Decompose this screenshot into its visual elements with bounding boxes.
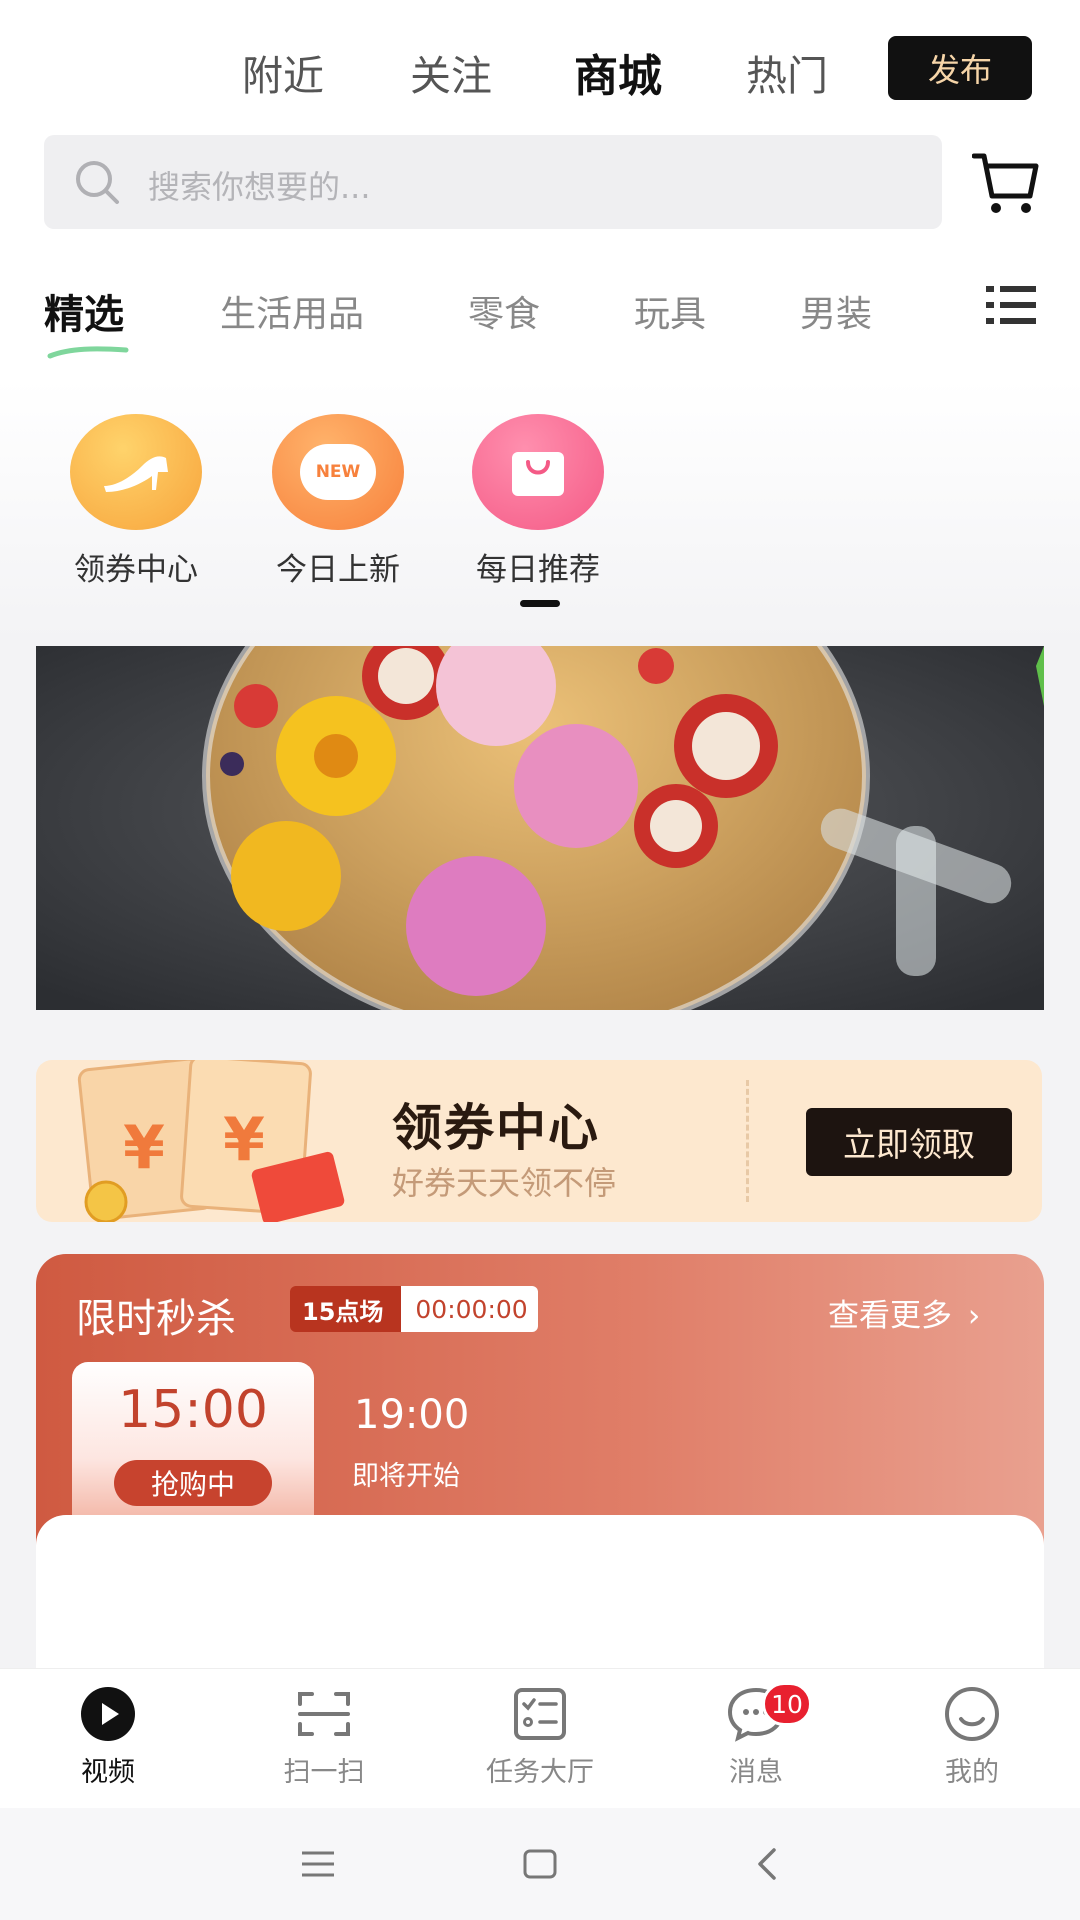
category-toys[interactable]: 玩具 — [634, 285, 706, 337]
svg-text:¥: ¥ — [123, 1113, 165, 1183]
search-icon — [76, 161, 119, 204]
cart-icon[interactable] — [972, 150, 1040, 216]
slot-time-upcoming[interactable]: 19:00 — [354, 1392, 469, 1438]
tab-nearby[interactable]: 附近 — [242, 42, 324, 102]
category-snacks[interactable]: 零食 — [468, 285, 540, 337]
message-count-badge: 10 — [762, 1682, 812, 1726]
claim-coupon-button[interactable]: 立即领取 — [806, 1108, 1012, 1176]
chevron-right-icon: › — [967, 1298, 981, 1334]
quick-entry-label: 每日推荐 — [476, 552, 600, 588]
flash-sale-countdown: 15点场 00:00:00 — [290, 1286, 538, 1332]
coupon-divider — [746, 1080, 749, 1202]
nav-scan[interactable]: 扫一扫 — [244, 1686, 404, 1789]
quick-entry-label: 领券中心 — [74, 552, 198, 588]
slot-status-upcoming: 即将开始 — [352, 1461, 460, 1492]
back-icon[interactable] — [754, 1846, 782, 1882]
countdown-timer: 00:00:00 — [401, 1286, 538, 1332]
nav-video[interactable]: 视频 — [28, 1686, 188, 1789]
quick-entry-new-today[interactable]: NEW 今日上新 — [272, 414, 404, 589]
nav-messages[interactable]: 消息 — [676, 1686, 836, 1789]
category-featured[interactable]: 精选 — [44, 282, 124, 340]
new-badge-icon: NEW — [272, 414, 404, 530]
category-menu-icon[interactable] — [986, 284, 1036, 326]
slot-time: 15:00 — [118, 1380, 268, 1440]
coupon-center-subtitle: 好券天天领不停 — [392, 1164, 617, 1202]
publish-button[interactable]: 发布 — [888, 36, 1032, 100]
scan-icon — [298, 1692, 350, 1736]
promo-banner[interactable] — [36, 646, 1044, 1010]
tab-hot[interactable]: 热门 — [746, 42, 828, 102]
shopping-bag-icon — [472, 414, 604, 530]
nav-label: 我的 — [945, 1757, 999, 1788]
category-active-underline — [47, 346, 129, 359]
nav-label: 消息 — [729, 1757, 783, 1788]
search-bar[interactable]: 搜索你想要的... — [44, 135, 942, 229]
coupon-center-card[interactable]: ¥ ¥ 领券中心 好券天天领不停 立即领取 — [36, 1060, 1042, 1222]
high-heel-icon — [70, 414, 202, 530]
nav-task-hall[interactable]: 任务大厅 — [460, 1686, 620, 1789]
nav-label: 扫一扫 — [283, 1757, 365, 1788]
slot-status-badge: 抢购中 — [114, 1460, 272, 1506]
system-navigation-bar — [0, 1808, 1080, 1920]
quick-entry-label: 今日上新 — [276, 552, 400, 588]
see-more-link[interactable]: 查看更多 › — [828, 1290, 980, 1335]
flower-tea-image — [36, 646, 1044, 1010]
play-icon — [81, 1687, 135, 1741]
coupon-tickets-icon: ¥ ¥ — [77, 1060, 345, 1222]
time-slot-active[interactable]: 15:00 抢购中 — [72, 1362, 314, 1522]
tab-mall[interactable]: 商城 — [574, 40, 662, 104]
session-label: 15点场 — [290, 1286, 402, 1332]
home-icon[interactable] — [522, 1846, 558, 1882]
svg-text:¥: ¥ — [223, 1105, 265, 1175]
quick-entry-daily-pick[interactable]: 每日推荐 — [472, 414, 604, 589]
category-daily-goods[interactable]: 生活用品 — [220, 285, 364, 337]
smiley-icon — [945, 1687, 999, 1741]
task-list-icon — [514, 1688, 566, 1740]
nav-label: 任务大厅 — [486, 1757, 594, 1788]
category-menswear[interactable]: 男装 — [800, 285, 872, 337]
nav-me[interactable]: 我的 — [892, 1686, 1052, 1789]
recent-apps-icon[interactable] — [300, 1848, 336, 1880]
quick-entry-page-indicator — [520, 600, 560, 607]
search-input[interactable]: 搜索你想要的... — [148, 162, 371, 208]
quick-entry-coupon-center[interactable]: 领券中心 — [70, 414, 202, 589]
tab-following[interactable]: 关注 — [410, 42, 492, 102]
coupon-center-title: 领券中心 — [392, 1099, 600, 1157]
flash-sale-title: 限时秒杀 — [76, 1296, 236, 1342]
nav-label: 视频 — [81, 1757, 135, 1788]
